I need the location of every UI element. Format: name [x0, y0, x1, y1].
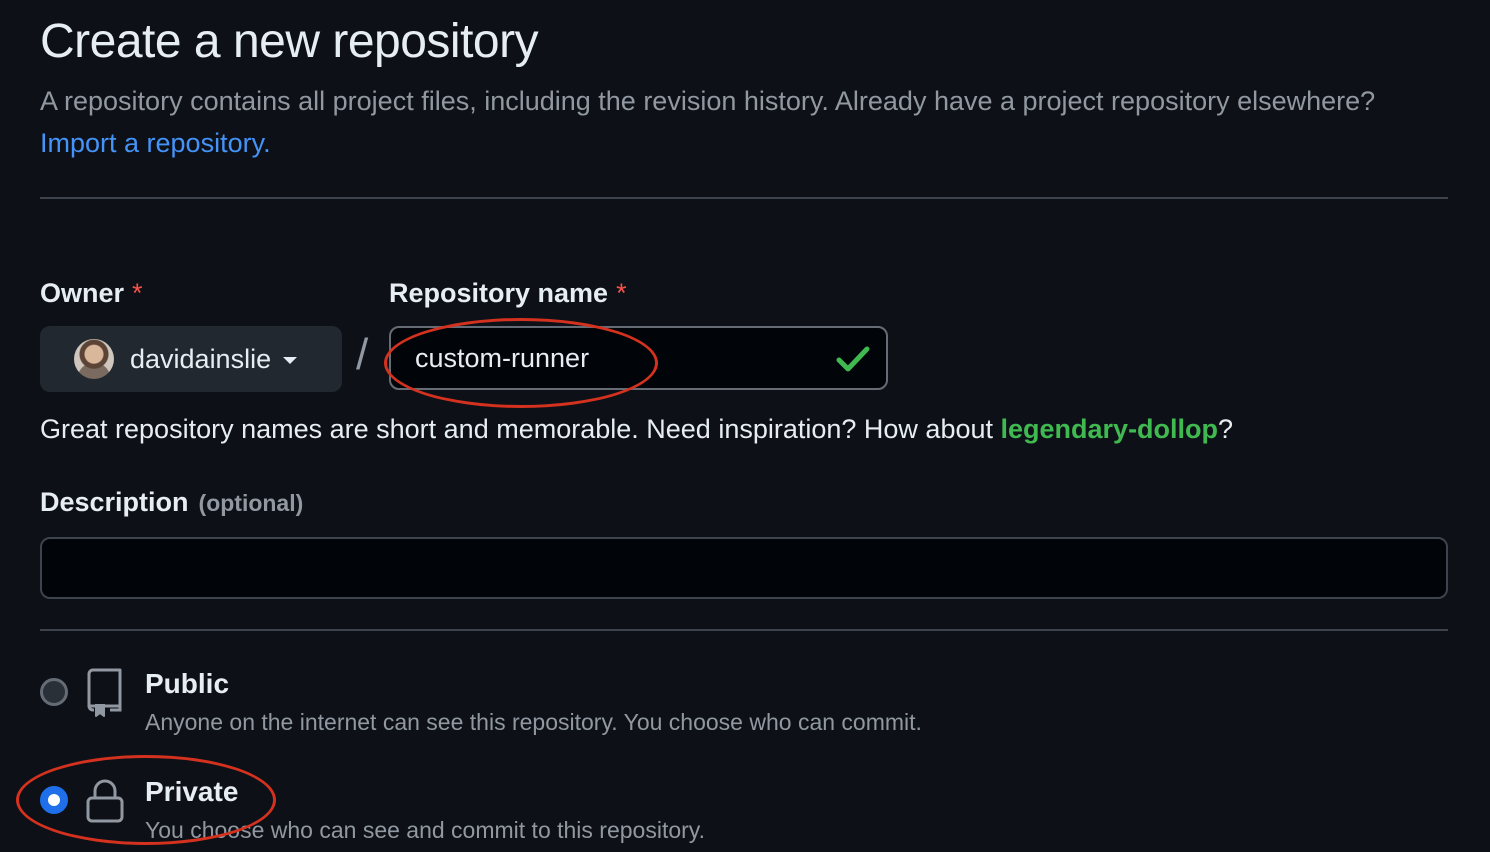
subtitle-text: A repository contains all project files,…	[40, 86, 1376, 116]
owner-required-mark: *	[132, 278, 143, 308]
owner-repo-separator: /	[356, 330, 369, 379]
visibility-public-radio[interactable]	[40, 678, 68, 706]
owner-name: davidainslie	[130, 343, 272, 374]
visibility-private-description: You choose who can see and commit to thi…	[145, 817, 705, 843]
repository-name-label: Repository name *	[389, 278, 627, 309]
page-title: Create a new repository	[40, 15, 539, 68]
visibility-public-title: Public	[145, 668, 230, 699]
repository-name-label-text: Repository name	[389, 278, 609, 308]
visibility-divider	[40, 629, 1448, 631]
owner-label-text: Owner	[40, 278, 125, 308]
description-input[interactable]	[40, 537, 1448, 599]
description-label: Description (optional)	[40, 487, 303, 518]
owner-avatar	[74, 339, 114, 379]
check-icon	[836, 346, 870, 372]
lock-icon	[86, 779, 124, 823]
repo-icon	[87, 668, 122, 717]
repository-name-value: custom-runner	[415, 342, 590, 373]
create-repository-page: Create a new repository A repository con…	[0, 0, 1490, 852]
owner-select-button[interactable]: davidainslie	[40, 326, 342, 392]
visibility-private-title: Private	[145, 776, 239, 807]
hint-suffix: ?	[1218, 414, 1234, 444]
description-optional-text: (optional)	[198, 490, 304, 516]
description-label-text: Description	[40, 487, 189, 517]
header-divider	[40, 197, 1448, 199]
repository-name-hint: Great repository names are short and mem…	[40, 414, 1233, 445]
owner-label: Owner *	[40, 278, 143, 309]
hint-text: Great repository names are short and mem…	[40, 414, 993, 444]
import-repository-link[interactable]: Import a repository.	[40, 128, 271, 158]
name-suggestion-link[interactable]: legendary-dollop	[1001, 414, 1219, 444]
repository-name-required-mark: *	[616, 278, 627, 308]
repository-name-input[interactable]: custom-runner	[389, 326, 888, 390]
chevron-down-icon	[283, 356, 298, 364]
page-subtitle: A repository contains all project files,…	[40, 80, 1420, 164]
visibility-private-radio[interactable]	[40, 786, 68, 814]
visibility-public-description: Anyone on the internet can see this repo…	[145, 709, 922, 735]
